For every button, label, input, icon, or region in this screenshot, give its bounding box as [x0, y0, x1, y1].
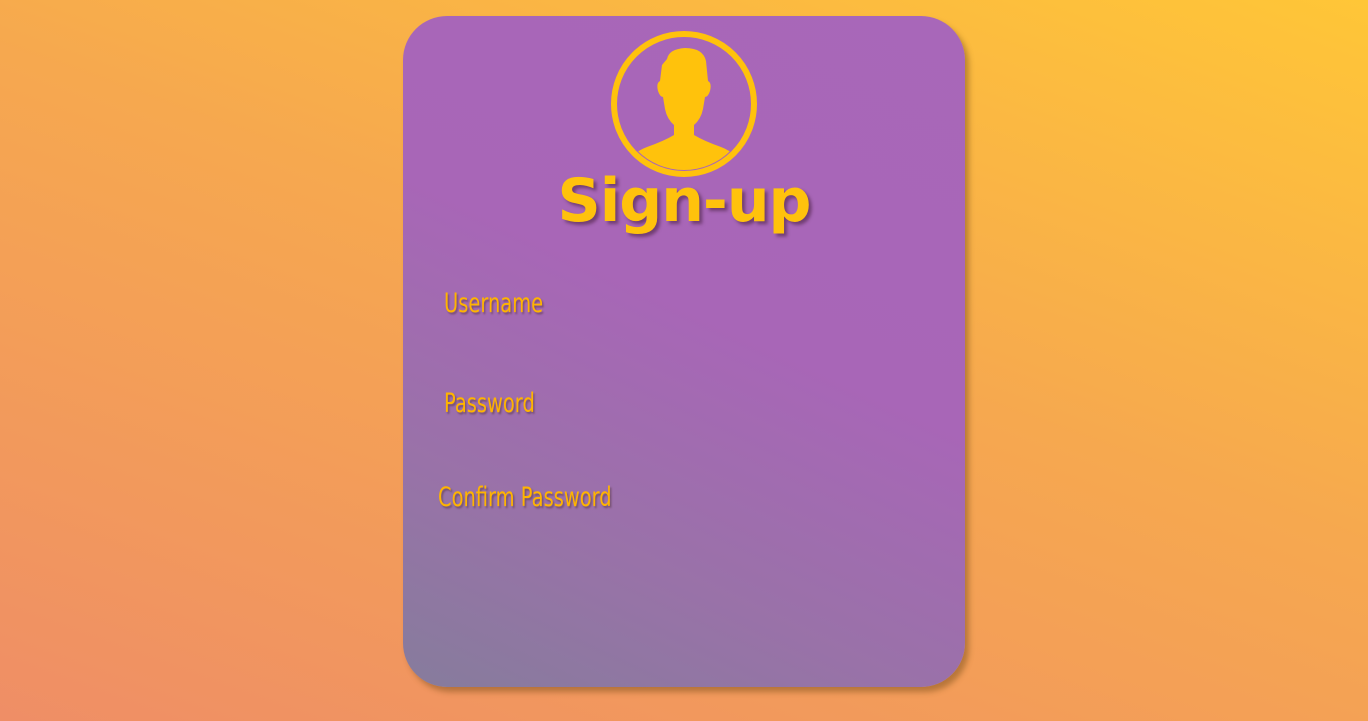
password-input[interactable]: Password [444, 388, 535, 419]
signup-title: Sign-up [557, 166, 811, 236]
user-avatar-icon [611, 31, 757, 177]
confirm-password-input[interactable]: Confirm Password [438, 482, 612, 513]
signup-card: Sign-up Username Password Confirm Passwo… [403, 16, 965, 687]
username-input[interactable]: Username [444, 288, 543, 319]
